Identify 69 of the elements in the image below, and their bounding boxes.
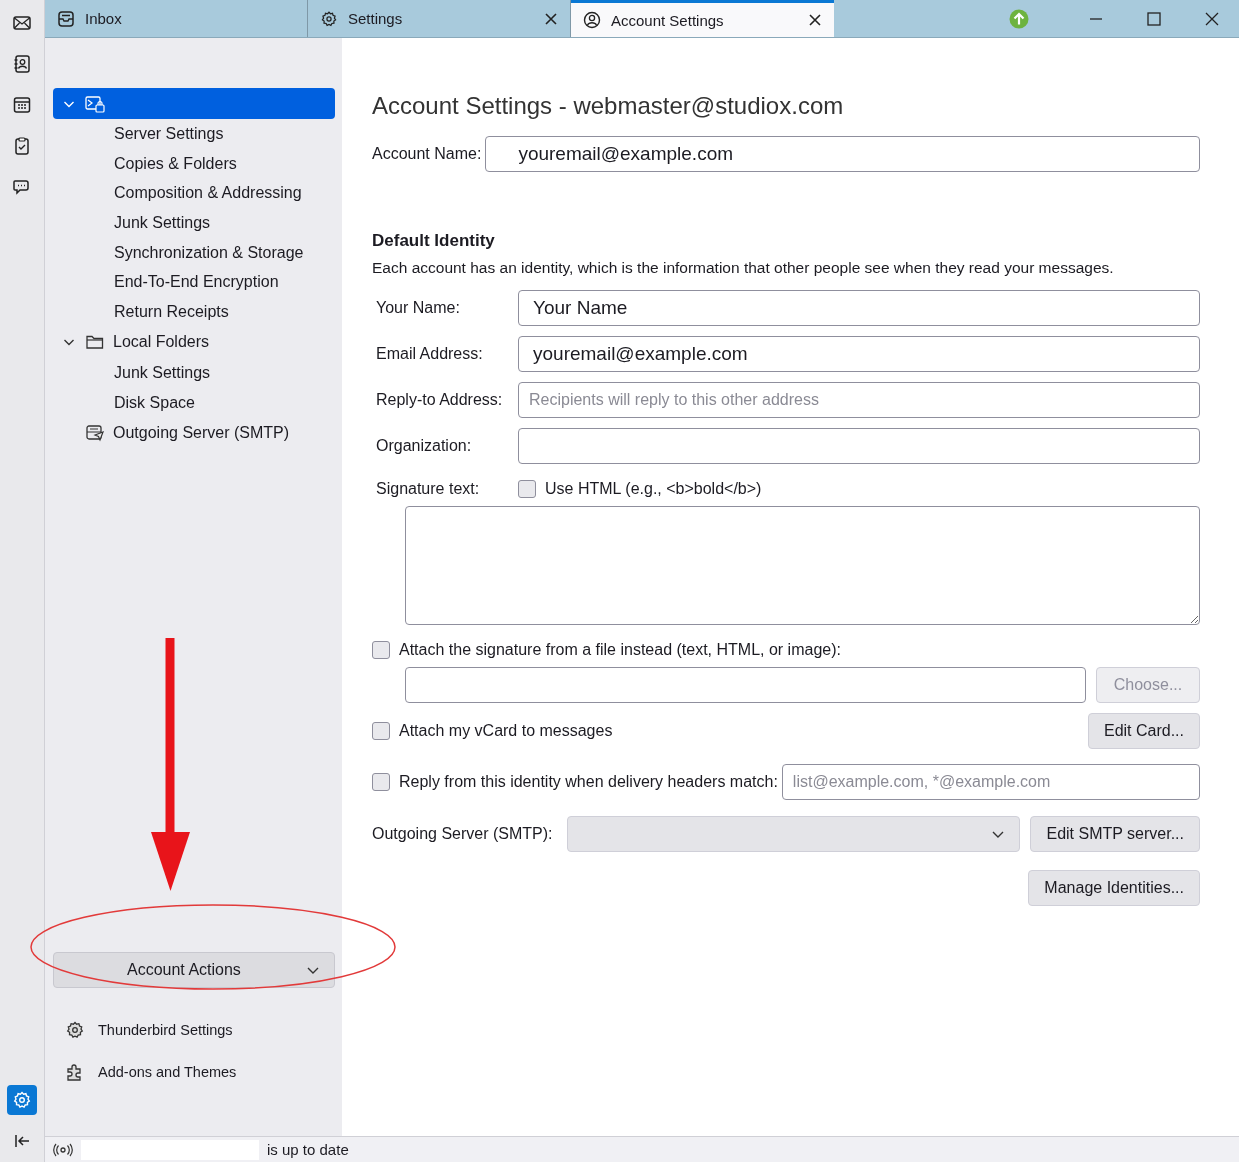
tree-item[interactable]: Local Folders	[53, 326, 335, 358]
field-label: Account Name:	[372, 145, 482, 163]
outbox-icon	[85, 423, 105, 442]
tab-label: Account Settings	[611, 11, 725, 29]
checkbox[interactable]	[372, 722, 390, 740]
calendar-icon	[12, 95, 32, 115]
clipboard-check-icon	[12, 136, 32, 156]
field-label: Your Name:	[376, 299, 461, 317]
tab[interactable]: Inbox	[45, 0, 308, 37]
sidebar-link[interactable]: Add-ons and Themes	[65, 1062, 335, 1082]
checkbox[interactable]	[372, 641, 390, 659]
page-heading: Account Settings - webmaster@studiox.com	[372, 92, 845, 120]
tree-item[interactable]: Junk Settings	[53, 208, 335, 238]
section-title: Default Identity	[372, 231, 496, 251]
account-actions-button[interactable]: Account Actions	[53, 952, 335, 988]
tree-item[interactable]: Disk Space	[53, 387, 335, 418]
checkbox-option[interactable]: Attach the signature from a file instead (text, HTML, or image):	[372, 641, 841, 659]
tree-item[interactable]	[53, 88, 335, 119]
tab-label: Settings	[348, 10, 404, 27]
tree-item[interactable]: End-To-End Encryption	[53, 267, 335, 298]
tree-item[interactable]: Outgoing Server (SMTP)	[53, 417, 335, 449]
maximize-icon[interactable]	[1147, 11, 1161, 26]
signal-icon	[53, 1142, 73, 1157]
tab[interactable]: Account Settings	[571, 0, 834, 37]
edit-card-button[interactable]: Edit Card...	[1087, 713, 1200, 749]
address-book-icon	[12, 54, 32, 74]
checkbox-option[interactable]: Attach my vCard to messages	[372, 722, 613, 740]
field-label: Reply-to Address:	[376, 391, 504, 409]
tree-label: Outgoing Server (SMTP)	[113, 423, 290, 442]
checkbox-option[interactable]: Reply from this identity when delivery headers match:	[372, 773, 778, 791]
tree-item[interactable]: Server Settings	[53, 119, 335, 149]
edit-smtp-button[interactable]: Edit SMTP server...	[1030, 816, 1200, 852]
checkbox[interactable]	[372, 773, 390, 791]
headers-field[interactable]: list@example.com, *@example.com	[781, 764, 1200, 800]
input-field[interactable]: Recipients will reply to this other address	[518, 382, 1200, 418]
close-icon[interactable]	[808, 13, 822, 27]
sidebar-link[interactable]: Thunderbird Settings	[65, 1020, 335, 1040]
settings-icon	[12, 1090, 32, 1110]
field-label: Email Address:	[376, 345, 484, 363]
tree-item[interactable]: Copies & Folders	[53, 148, 335, 179]
folder-icon	[85, 333, 105, 352]
tree-item[interactable]: Composition & Addressing	[53, 178, 335, 209]
field-label: Signature text:	[376, 480, 481, 498]
status-text: is up to date	[267, 1141, 349, 1158]
field-label: Organization:	[376, 437, 473, 455]
section-description: Each account has an identity, which is the information that other people see when they read your messages.	[372, 259, 1115, 277]
account-name-field[interactable]: youremail@example.com	[485, 136, 1200, 172]
field-label: Outgoing Server (SMTP):	[372, 825, 553, 843]
file-path-field[interactable]	[405, 667, 1086, 703]
tab-label: Inbox	[85, 10, 123, 27]
tree-item[interactable]: Return Receipts	[53, 297, 335, 327]
tree-item[interactable]: Junk Settings	[53, 357, 335, 388]
checkbox-option[interactable]: Use HTML (e.g., <b>bold</b>)	[518, 480, 762, 498]
gear-icon	[320, 9, 338, 28]
input-field[interactable]: youremail@example.com	[518, 336, 1200, 372]
checkbox[interactable]	[518, 480, 536, 498]
input-field[interactable]: Your Name	[518, 290, 1200, 326]
chat-bubble-icon	[12, 177, 32, 197]
user-icon	[583, 11, 601, 29]
gear-icon	[65, 1020, 85, 1040]
close-icon[interactable]	[544, 11, 558, 26]
manage-identities-button[interactable]: Manage Identities...	[1028, 870, 1200, 906]
close-icon[interactable]	[1205, 11, 1219, 26]
tree-item[interactable]: Synchronization & Storage	[53, 237, 335, 268]
input-field[interactable]	[518, 428, 1200, 464]
inbox-icon	[57, 9, 75, 28]
mail-icon	[12, 13, 32, 33]
tree-label: Local Folders	[113, 333, 210, 352]
mail-lock-icon	[85, 94, 105, 113]
